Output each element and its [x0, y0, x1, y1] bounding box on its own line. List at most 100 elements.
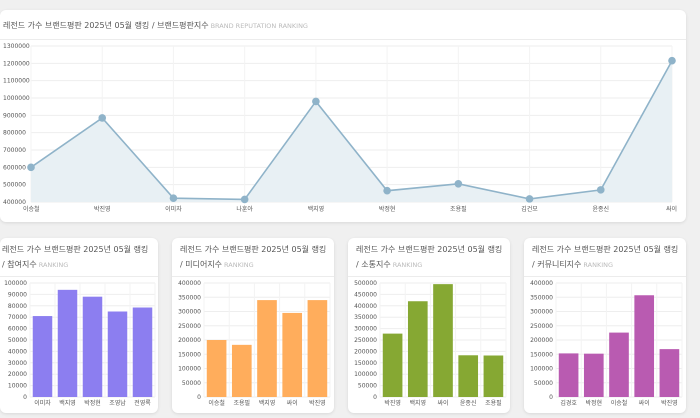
media-bar [206, 340, 227, 397]
main-area-fill [31, 60, 672, 202]
communication-x-tick-label: 싸이 [437, 399, 448, 407]
main-x-tick-label: 싸이 [666, 205, 677, 213]
media-y-tick-label: 100000 [178, 366, 201, 373]
communication-y-tick-label: 350000 [354, 314, 377, 321]
main-chart-card: 레전드 가수 브랜드평판 2025년 05월 랭킹 / 브랜드평판지수 BRAND… [0, 10, 686, 222]
media-x-tick-label: 조용필 [234, 400, 251, 407]
panel-participation: 레전드 가수 브랜드평판 2025년 05월 랭킹 / 참여지수 RANKING … [0, 238, 158, 413]
media-x-tick-label: 이승철 [208, 399, 225, 407]
participation-y-tick-label: 80000 [8, 303, 27, 310]
participation-x-tick-label: 전영록 [134, 399, 151, 407]
main-x-tick-label: 윤종신 [592, 205, 609, 213]
main-area-chart: 400000 500000 600000 700000 800000 900000 1000… [3, 43, 677, 213]
media-y-tick-label: 150000 [178, 351, 201, 358]
main-data-point [312, 97, 320, 106]
participation-y-tick-label: 70000 [8, 314, 27, 321]
community-bar [634, 295, 655, 397]
participation-y-tick-label: 50000 [8, 337, 27, 344]
media-bar [231, 344, 252, 397]
main-x-tick-label: 조용필 [450, 206, 467, 213]
main-x-tick-label: 김건모 [521, 205, 538, 213]
communication-y-tick-label: 150000 [354, 360, 377, 367]
community-bar [583, 353, 604, 397]
community-x-tick-label: 싸이 [639, 399, 650, 407]
participation-x-tick-label: 박정현 [84, 399, 101, 407]
community-x-tick-label: 김경호 [560, 400, 577, 407]
communication-bar [382, 333, 403, 397]
community-y-tick-label: 150000 [530, 351, 553, 358]
main-x-tick-label: 이승철 [23, 205, 40, 213]
participation-y-tick-label: 60000 [8, 326, 27, 333]
communication-y-tick-label: 50000 [358, 383, 377, 390]
community-x-tick-label: 박정현 [586, 399, 603, 407]
media-y-tick-label: 350000 [178, 294, 201, 301]
panel-media: 레전드 가수 브랜드평판 2025년 05월 랭킹 / 미디어지수 RANKING… [172, 238, 334, 413]
participation-x-tick-label: 이미자 [34, 399, 51, 407]
media-bar [282, 312, 303, 397]
main-y-tick-label: 400000 [3, 199, 26, 206]
main-y-tick-label: 500000 [3, 182, 26, 189]
media-x-tick-label: 박진영 [309, 399, 326, 407]
communication-bar [433, 284, 453, 397]
media-bar [307, 300, 328, 397]
community-x-tick-label: 이승철 [611, 399, 628, 407]
media-y-tick-label: 250000 [178, 323, 201, 330]
communication-bar [458, 355, 479, 397]
participation-y-tick-label: 0 [23, 394, 27, 401]
communication-y-tick-label: 300000 [354, 326, 377, 333]
main-data-point [383, 186, 391, 195]
media-x-tick-label: 싸이 [287, 399, 298, 407]
participation-bar [57, 289, 78, 397]
media-y-tick-label: 200000 [178, 337, 201, 344]
main-y-tick-label: 900000 [3, 112, 26, 119]
communication-bar-chart: 0 50000 100000 150000 200000 250000 300000 3500… [354, 280, 507, 407]
main-y-tick-label: 1300000 [3, 43, 30, 50]
community-y-tick-label: 300000 [530, 309, 553, 316]
main-y-tick-label: 600000 [3, 164, 26, 171]
communication-y-tick-label: 400000 [354, 303, 377, 310]
communication-bar [483, 355, 504, 397]
media-y-tick-label: 50000 [182, 380, 201, 387]
communication-y-tick-label: 250000 [354, 337, 377, 344]
participation-y-tick-label: 20000 [8, 371, 27, 378]
participation-x-tick-label: 백지영 [59, 399, 76, 407]
participation-y-tick-label: 40000 [8, 348, 27, 355]
main-data-point [454, 180, 463, 188]
community-y-tick-label: 200000 [530, 337, 553, 344]
community-y-tick-label: 250000 [530, 323, 553, 330]
communication-y-tick-label: 500000 [354, 280, 377, 287]
main-data-point [27, 163, 35, 172]
participation-y-tick-label: 100000 [4, 280, 27, 287]
panel-community: 레전드 가수 브랜드평판 2025년 05월 랭킹 / 커뮤니티지수 RANKIN… [524, 238, 686, 413]
main-x-tick-label: 나훈아 [236, 205, 253, 213]
communication-x-tick-label: 조용필 [485, 400, 502, 407]
community-bar-chart: 0 50000 100000 150000 200000 250000 300000 3500… [530, 280, 683, 407]
main-y-tick-label: 700000 [3, 147, 26, 154]
communication-x-tick-label: 박진영 [384, 399, 401, 407]
community-y-tick-label: 50000 [534, 380, 553, 387]
participation-y-tick-label: 90000 [8, 291, 27, 298]
main-data-point [240, 195, 249, 204]
communication-y-tick-label: 0 [373, 394, 377, 401]
community-y-tick-label: 350000 [530, 294, 553, 301]
community-bar [609, 332, 629, 397]
community-bar [659, 349, 680, 397]
media-y-tick-label: 300000 [178, 309, 201, 316]
community-y-tick-label: 400000 [530, 280, 553, 287]
community-x-tick-label: 박진영 [661, 399, 678, 407]
communication-y-tick-label: 450000 [354, 291, 377, 298]
participation-bar-chart: 0 10000 20000 30000 40000 50000 60000 70000 8000… [4, 280, 156, 407]
communication-x-tick-label: 윤종신 [460, 399, 477, 407]
main-x-tick-label: 백지영 [308, 205, 325, 213]
community-y-tick-label: 0 [549, 394, 553, 401]
communication-bar [407, 301, 428, 397]
participation-y-tick-label: 30000 [8, 360, 27, 367]
community-bar [558, 353, 579, 397]
participation-bar [132, 307, 153, 397]
communication-y-tick-label: 100000 [354, 371, 377, 378]
main-data-point [668, 56, 676, 65]
participation-bar [107, 311, 128, 397]
panel-communication: 레전드 가수 브랜드평판 2025년 05월 랭킹 / 소통지수 RANKING … [348, 238, 510, 413]
main-data-point [525, 195, 534, 203]
communication-y-tick-label: 200000 [354, 348, 377, 355]
